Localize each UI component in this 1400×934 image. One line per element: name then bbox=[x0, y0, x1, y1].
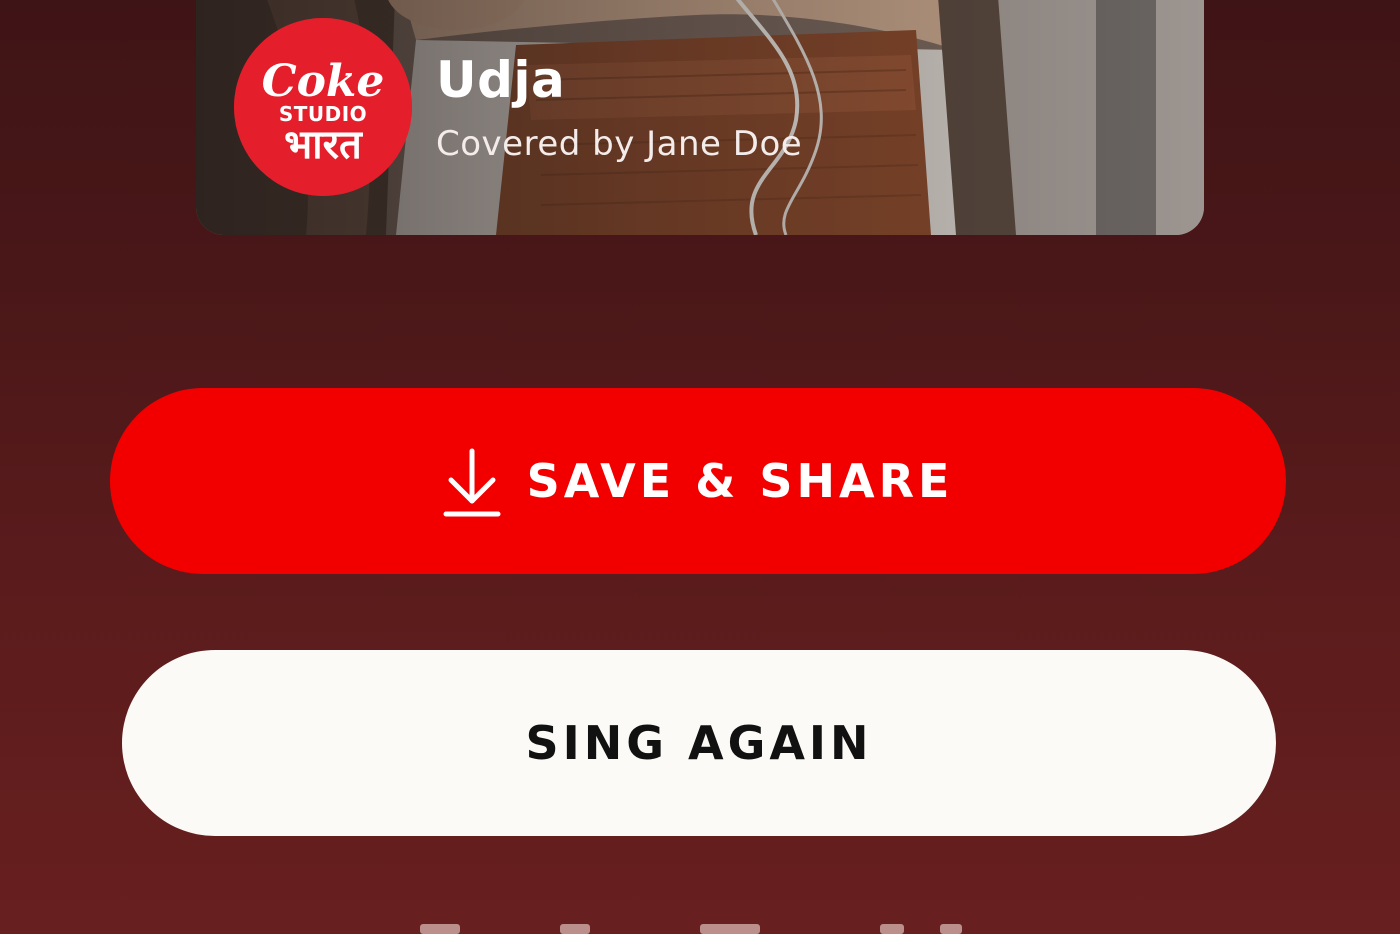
logo-text-coke: Coke bbox=[262, 56, 385, 107]
coke-studio-logo: Coke STUDIO भारत bbox=[234, 18, 412, 196]
save-share-button[interactable]: SAVE & SHARE bbox=[110, 388, 1286, 574]
sing-again-button[interactable]: SING AGAIN bbox=[122, 650, 1276, 836]
song-covered-by: Covered by Jane Doe bbox=[436, 124, 803, 164]
song-title: Udja bbox=[436, 51, 566, 109]
sing-again-label: SING AGAIN bbox=[525, 716, 873, 770]
logo-text-bharat: भारत bbox=[284, 122, 363, 168]
video-preview-card[interactable]: Coke STUDIO भारत Udja Covered by Jane Do… bbox=[196, 0, 1204, 235]
bottom-hint-text-cropped bbox=[0, 918, 1400, 934]
save-share-label: SAVE & SHARE bbox=[526, 454, 954, 508]
download-icon bbox=[443, 447, 501, 519]
